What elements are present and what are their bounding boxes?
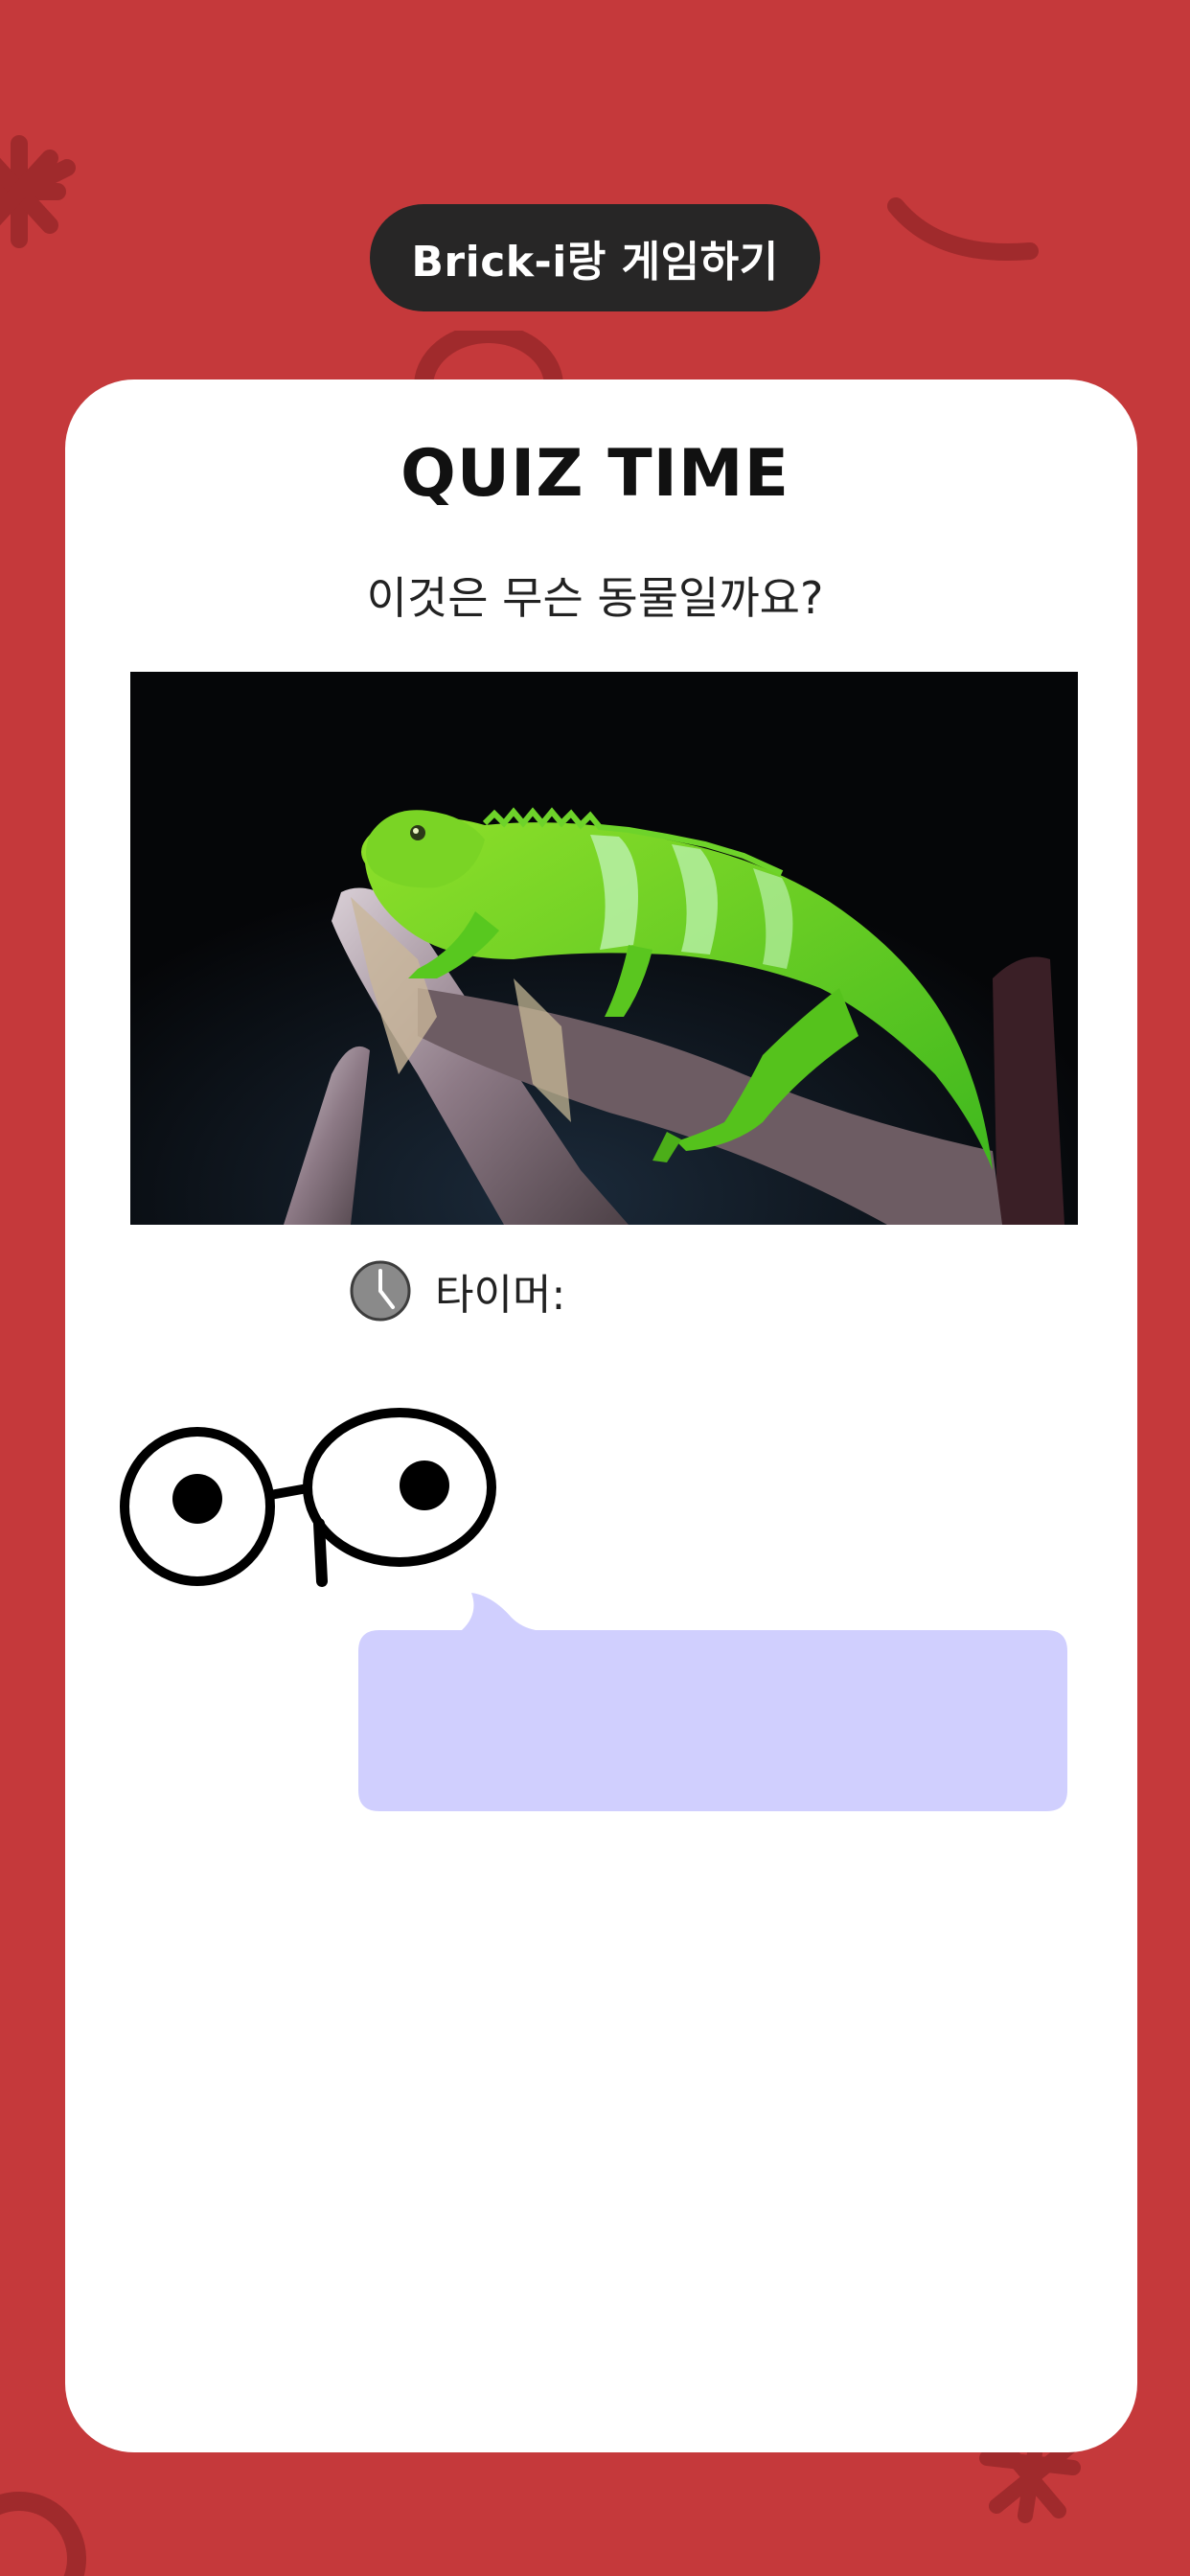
clock-icon [350, 1260, 411, 1322]
speech-bubble [358, 1593, 1067, 1811]
mascot-face-icon [120, 1408, 496, 1587]
asterisk-decoration-icon [0, 135, 76, 248]
quiz-question: 이것은 무슨 동물일까요? [366, 572, 824, 624]
header-title-pill: Brick-i랑 게임하기 [370, 204, 820, 311]
header-title: Brick-i랑 게임하기 [411, 238, 779, 287]
timer-row: 타이머: [349, 1259, 565, 1322]
app-screen: Brick-i랑 게임하기 QUIZ TIME 이것은 무슨 동물일까요? 타이… [0, 0, 1190, 2576]
curve-decoration-icon [887, 197, 1039, 261]
quiz-photo [130, 672, 1078, 1225]
timer-label: 타이머: [435, 1271, 566, 1320]
ring-decoration-icon [0, 2492, 86, 2576]
quiz-heading: QUIZ TIME [400, 436, 790, 512]
